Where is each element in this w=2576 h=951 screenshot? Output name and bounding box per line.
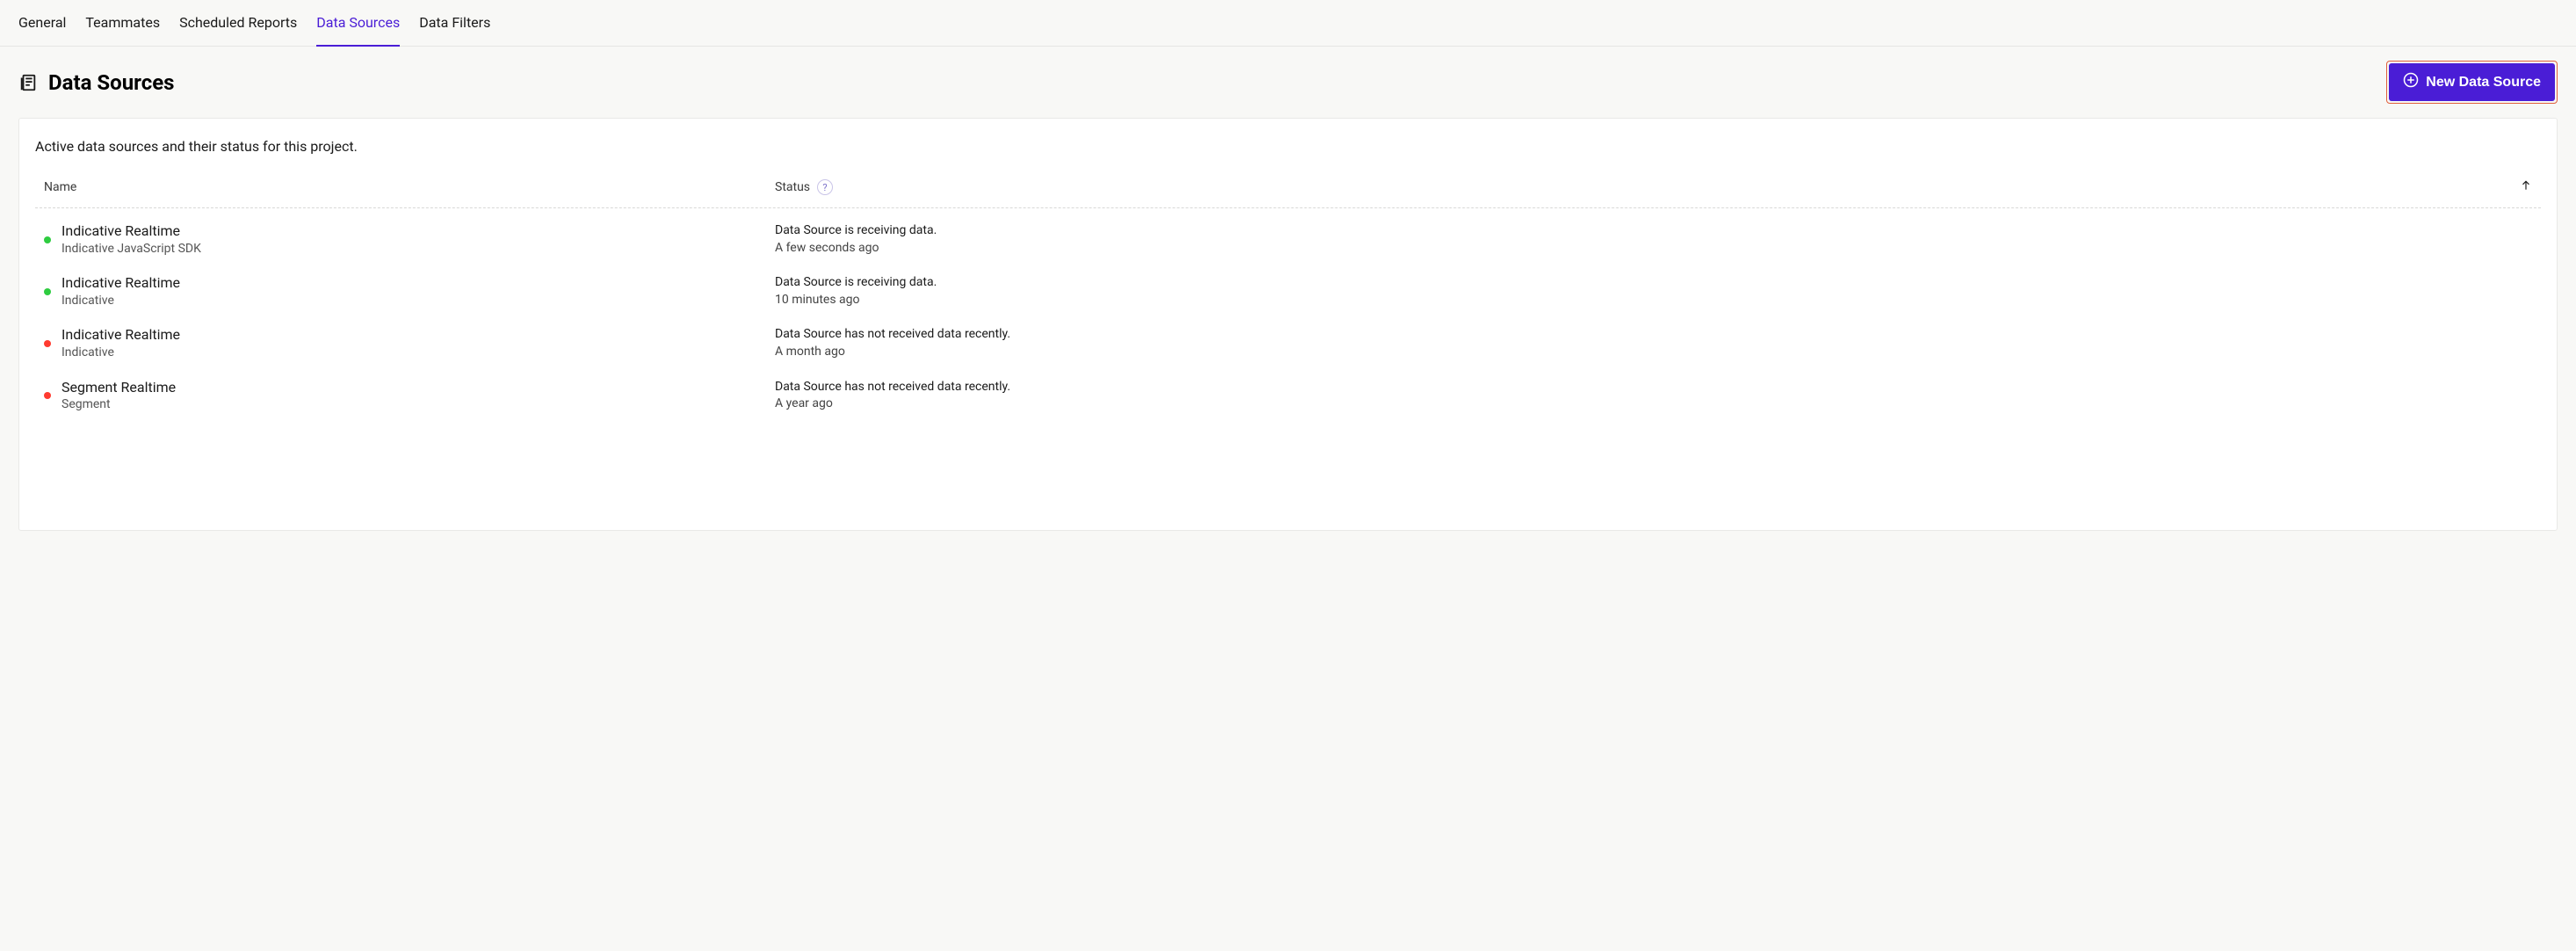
new-data-source-label: New Data Source bbox=[2426, 75, 2541, 91]
page-title: Data Sources bbox=[48, 70, 175, 95]
data-source-name: Segment Realtime bbox=[62, 379, 176, 397]
page-header: Data Sources New Data Source bbox=[0, 47, 2576, 118]
tab-teammates[interactable]: Teammates bbox=[85, 0, 160, 47]
table-header: Name Status ? bbox=[35, 179, 2541, 208]
status-text: Data Source has not received data recent… bbox=[775, 379, 1010, 396]
page-title-wrap: Data Sources bbox=[18, 70, 175, 95]
table-row[interactable]: Indicative RealtimeIndicative Data Source… bbox=[35, 264, 2541, 316]
status-text: Data Source has not received data recent… bbox=[775, 326, 1010, 344]
row-name-cell: Segment RealtimeSegment bbox=[44, 379, 775, 413]
data-source-subtype: Indicative bbox=[62, 293, 180, 309]
new-data-source-highlight: New Data Source bbox=[2386, 61, 2558, 104]
status-block: Data Source is receiving data.10 minutes… bbox=[775, 274, 937, 309]
sort-control[interactable] bbox=[2497, 179, 2532, 195]
name-block: Indicative RealtimeIndicative JavaScript… bbox=[62, 222, 201, 257]
plus-circle-icon bbox=[2403, 72, 2419, 92]
row-status-cell: Data Source has not received data recent… bbox=[775, 326, 2497, 360]
name-block: Indicative RealtimeIndicative bbox=[62, 326, 180, 360]
status-block: Data Source has not received data recent… bbox=[775, 379, 1010, 413]
tab-general[interactable]: General bbox=[18, 0, 66, 47]
data-sources-list: Indicative RealtimeIndicative JavaScript… bbox=[35, 208, 2541, 420]
name-block: Indicative RealtimeIndicative bbox=[62, 274, 180, 309]
status-dot-icon bbox=[44, 340, 51, 347]
status-text: Data Source is receiving data. bbox=[775, 274, 937, 292]
status-time: 10 minutes ago bbox=[775, 292, 937, 309]
status-time: A month ago bbox=[775, 344, 1010, 361]
table-row[interactable]: Segment RealtimeSegment Data Source has n… bbox=[35, 368, 2541, 420]
data-source-subtype: Indicative JavaScript SDK bbox=[62, 241, 201, 257]
table-row[interactable]: Indicative RealtimeIndicative Data Source… bbox=[35, 316, 2541, 367]
status-time: A few seconds ago bbox=[775, 240, 937, 258]
data-sources-icon bbox=[18, 73, 38, 92]
table-row[interactable]: Indicative RealtimeIndicative JavaScript… bbox=[35, 208, 2541, 264]
status-dot-icon bbox=[44, 236, 51, 243]
name-block: Segment RealtimeSegment bbox=[62, 379, 176, 413]
data-source-subtype: Segment bbox=[62, 396, 176, 412]
settings-tabs: General Teammates Scheduled Reports Data So… bbox=[0, 0, 2576, 47]
data-source-name: Indicative Realtime bbox=[62, 222, 201, 241]
data-source-name: Indicative Realtime bbox=[62, 326, 180, 345]
panel-description: Active data sources and their status for… bbox=[35, 138, 2541, 155]
data-sources-panel: Active data sources and their status for… bbox=[18, 118, 2558, 531]
column-header-status[interactable]: Status ? bbox=[775, 179, 2497, 195]
row-name-cell: Indicative RealtimeIndicative bbox=[44, 274, 775, 309]
status-time: A year ago bbox=[775, 396, 1010, 413]
new-data-source-button[interactable]: New Data Source bbox=[2389, 63, 2555, 101]
row-status-cell: Data Source is receiving data.A few seco… bbox=[775, 222, 2497, 257]
status-text: Data Source is receiving data. bbox=[775, 222, 937, 240]
row-status-cell: Data Source has not received data recent… bbox=[775, 379, 2497, 413]
row-name-cell: Indicative RealtimeIndicative JavaScript… bbox=[44, 222, 775, 257]
row-status-cell: Data Source is receiving data.10 minutes… bbox=[775, 274, 2497, 309]
data-source-subtype: Indicative bbox=[62, 345, 180, 360]
tab-data-sources[interactable]: Data Sources bbox=[316, 0, 400, 47]
help-icon[interactable]: ? bbox=[817, 179, 833, 195]
data-source-name: Indicative Realtime bbox=[62, 274, 180, 293]
column-header-name[interactable]: Name bbox=[44, 180, 775, 194]
row-name-cell: Indicative RealtimeIndicative bbox=[44, 326, 775, 360]
status-block: Data Source has not received data recent… bbox=[775, 326, 1010, 360]
arrow-up-icon bbox=[2520, 179, 2532, 195]
status-dot-icon bbox=[44, 392, 51, 399]
tab-data-filters[interactable]: Data Filters bbox=[419, 0, 490, 47]
status-block: Data Source is receiving data.A few seco… bbox=[775, 222, 937, 257]
column-header-status-label: Status bbox=[775, 180, 810, 194]
status-dot-icon bbox=[44, 288, 51, 295]
tab-scheduled-reports[interactable]: Scheduled Reports bbox=[179, 0, 297, 47]
